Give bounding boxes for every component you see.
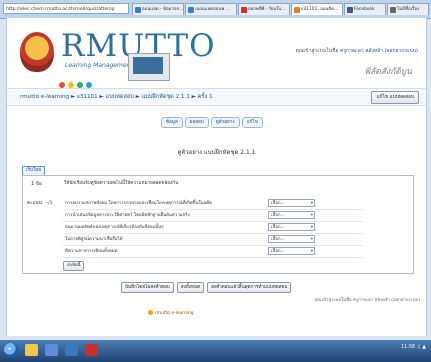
submit-and-finish-button[interactable]: ส่งคำตอบแล้วสิ้นสุดการทำแบบทดสอบ xyxy=(207,282,292,293)
tab-favicon-icon xyxy=(294,7,300,13)
match-select[interactable]: เลือก... xyxy=(268,235,315,244)
logo-decoration xyxy=(59,73,111,88)
youtube-icon xyxy=(241,7,247,13)
laptop-icon xyxy=(128,53,170,81)
site-banner: RMUTTO Learning Management System คุณเข้… xyxy=(7,18,426,106)
role-label: พิลัดสังกัดิบูน xyxy=(364,67,412,77)
login-info: คุณเข้าสู่ระบบในชื่อ ครูกาละดา สลังหล้า … xyxy=(295,47,418,55)
submit-question-button[interactable]: ส่งข้อนี้ xyxy=(63,261,85,271)
browser-tab-2[interactable]: เออนแลตออนพ ... xyxy=(185,3,237,15)
university-seal-icon xyxy=(20,32,54,72)
question-text: ให้นักเรียนจับคู่ข้อความต่อไปนี้ให้ความห… xyxy=(64,181,179,186)
match-select[interactable]: เลือก... xyxy=(268,223,315,232)
browser-tab-1[interactable]: ออนแลต - ข้อมาจก... xyxy=(132,3,184,15)
tab-label: ไม่มีชื่อเรื่อง xyxy=(397,7,420,12)
browser-tab-6[interactable]: ไม่มีชื่อเรื่อง xyxy=(387,3,429,15)
browser-tab-3[interactable]: ออกพลีพี - YouTu... xyxy=(238,3,290,15)
windows-taskbar: 11:58 ♫ ▲ xyxy=(0,340,431,362)
submit-all-button[interactable]: ส่งทั้งหมด xyxy=(176,282,205,293)
quiz-title: ดูตัวอย่าง แบบฝึกหัดชุด 2.1.1 xyxy=(177,149,256,156)
match-label: การยบรวบสภาพสังคม โดยการบรรยายและเชื่อมโ… xyxy=(65,201,212,206)
match-label: ตีความจากการเขียนทั้งหมด xyxy=(65,249,118,254)
word-icon[interactable] xyxy=(65,344,78,356)
user-name-link[interactable]: ครูกาละดา สลังหล้า (ออกจากระบบ) xyxy=(340,48,418,54)
matching-list: การยบรวบสภาพสังคม โดยการบรรยายและเชื่อมโ… xyxy=(63,198,363,258)
match-row: การนำเสนอข้อมูลทางประวัติศาสตร์ โดยมีหลั… xyxy=(63,210,363,222)
quiz-tabs: ข้อมูล ผลสอบ ดูตัวอย่าง แก้ไข xyxy=(161,117,265,128)
match-label: อนุมานผลลัพธ์ของเหตุการณ์ที่เกี่ยวข้องกั… xyxy=(65,225,164,230)
save-without-submit-button[interactable]: บันทึกโดยไม่ส่งคำตอบ xyxy=(121,282,174,293)
login-prefix: คุณเข้าสู่ระบบในชื่อ xyxy=(295,48,339,54)
breadcrumb[interactable]: rmutto e-learning ► s31101 ► แบบทดสอบ ► … xyxy=(20,91,213,103)
tab-edit[interactable]: แก้ไข xyxy=(241,117,263,128)
tab-label: ออกพลีพี - YouTu... xyxy=(248,7,286,12)
tab-favicon-icon xyxy=(135,7,141,13)
moodle-page: RMUTTO Learning Management System คุณเข้… xyxy=(6,18,427,336)
media-player-icon[interactable] xyxy=(45,344,58,356)
match-row: ไม่อาจพิสูจน์ความน่าเชื่อถือได้ เลือก... xyxy=(63,234,363,246)
match-label: การนำเสนอข้อมูลทางประวัติศาสตร์ โดยมีหลั… xyxy=(65,213,190,218)
update-quiz-button[interactable]: แก้ไข แบบทดสอบ xyxy=(371,91,419,104)
tab-info[interactable]: ข้อมูล xyxy=(161,117,183,128)
address-bar[interactable]: http://elec.chem.rmutto.ac.th/mod/quiz/a… xyxy=(3,3,129,14)
folder-icon[interactable] xyxy=(25,344,38,356)
browser-tab-4-active[interactable]: s31101: ออนลีค... xyxy=(291,3,343,15)
start-button-icon[interactable] xyxy=(4,343,18,357)
match-row: อนุมานผลลัพธ์ของเหตุการณ์ที่เกี่ยวข้องกั… xyxy=(63,222,363,234)
system-tray-clock: 11:58 ♫ ▲ xyxy=(401,345,426,350)
tab-results[interactable]: ผลสอบ xyxy=(184,117,209,128)
attempt-buttons: บันทึกโดยไม่ส่งคำตอบ ส่งทั้งหมด ส่งคำตอบ… xyxy=(121,282,294,293)
match-row: การยบรวบสภาพสังคม โดยการบรรยายและเชื่อมโ… xyxy=(63,198,363,210)
tab-label: s31101: ออนลีค... xyxy=(301,7,339,12)
footer-home-link[interactable]: rmutto e-learning xyxy=(148,310,194,316)
question-score: คะแนน: --/1 xyxy=(27,201,53,206)
match-select[interactable]: เลือก... xyxy=(268,211,315,220)
question-number: 1 ข้อ xyxy=(31,182,42,187)
tab-label: เออนแลตออนพ ... xyxy=(195,7,230,12)
tab-label: ออนแลต - ข้อมาจก... xyxy=(142,7,184,12)
match-row: ตีความจากการเขียนทั้งหมด เลือก... xyxy=(63,246,363,258)
match-label: ไม่อาจพิสูจน์ความน่าเชื่อถือได้ xyxy=(65,237,123,242)
browser-toolbar: http://elec.chem.rmutto.ac.th/mod/quiz/a… xyxy=(0,0,431,19)
tab-label: Facebook xyxy=(354,7,375,12)
navbar: rmutto e-learning ► s31101 ► แบบทดสอบ ► … xyxy=(7,88,426,106)
match-select[interactable]: เลือก... xyxy=(268,199,315,208)
facebook-icon xyxy=(347,7,353,13)
question-box: 1 ข้อ คะแนน: --/1 ให้นักเรียนจับคู่ข้อคว… xyxy=(22,175,414,274)
tab-favicon-icon xyxy=(188,7,194,13)
tab-favicon-icon xyxy=(390,7,396,13)
match-select[interactable]: เลือก... xyxy=(268,247,315,256)
tab-preview[interactable]: ดูตัวอย่าง xyxy=(210,117,240,128)
footer-login-info[interactable]: คุณเข้าสู่ระบบในชื่อ ครูกาละดา สลังหล้า … xyxy=(315,296,420,303)
pdf-icon[interactable] xyxy=(85,344,98,356)
browser-tab-5[interactable]: Facebook xyxy=(344,3,386,15)
